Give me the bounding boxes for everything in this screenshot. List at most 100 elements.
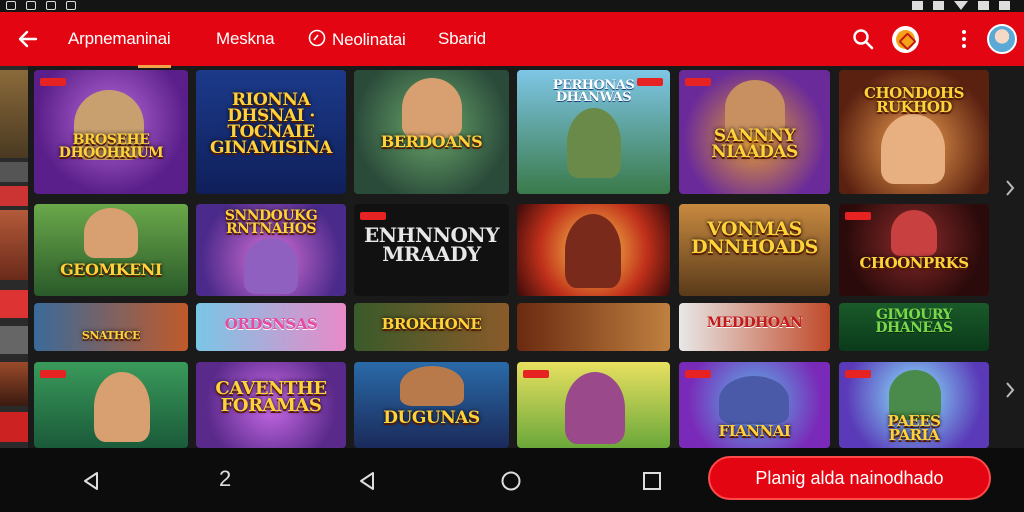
preview-thumb xyxy=(0,210,28,280)
chevron-right-icon[interactable] xyxy=(1004,178,1016,198)
game-title: BERDOANS xyxy=(380,132,483,151)
system-nav-bar: 2 Planig alda nainodhado xyxy=(0,448,1024,512)
game-card[interactable]: PAEES PARIA xyxy=(839,362,989,448)
game-title: FIANNAI xyxy=(718,422,791,440)
wifi-icon xyxy=(954,1,968,10)
tab-movies[interactable]: Meskna xyxy=(216,29,275,49)
game-card[interactable] xyxy=(517,204,670,296)
game-title: BROKHONE xyxy=(381,315,482,333)
game-card[interactable]: CAVENTHE FORAMAS xyxy=(196,362,346,448)
tab-label: Sbarid xyxy=(438,29,486,48)
chevron-right-icon[interactable] xyxy=(1004,380,1016,400)
game-card[interactable]: BERDOANS xyxy=(354,70,509,194)
game-title: SNNDOUKG RNTNAHOS xyxy=(224,208,318,238)
badge xyxy=(40,78,66,86)
preview-thumb xyxy=(0,70,28,158)
tab-label: Meskna xyxy=(216,29,275,48)
game-card[interactable]: CHONDOHS RUKHOD xyxy=(839,70,989,194)
game-card[interactable] xyxy=(517,362,670,448)
games-grid: BROSEHE DHOOHRIUM RIONNA DHSNAI · TOCNAI… xyxy=(34,70,994,448)
battery-icon xyxy=(999,1,1010,10)
character-art xyxy=(719,376,789,424)
game-card[interactable]: RIONNA DHSNAI · TOCNAIE GINAMISINA xyxy=(196,70,346,194)
preview-thumb xyxy=(0,326,28,354)
back-arrow-icon[interactable] xyxy=(14,25,42,53)
game-title: DUGUNAS xyxy=(383,408,480,428)
game-card[interactable]: FIANNAI xyxy=(679,362,830,448)
game-title: MEDDHOAN xyxy=(706,315,803,331)
game-card[interactable]: PERHONAS DHANWAS xyxy=(517,70,670,194)
game-card[interactable]: VONMAS DNNHOADS xyxy=(679,204,830,296)
avatar[interactable] xyxy=(987,24,1017,54)
game-card[interactable]: MEDDHOAN xyxy=(679,303,830,351)
badge xyxy=(685,370,711,378)
preview-thumb xyxy=(0,290,28,318)
preview-thumb xyxy=(0,162,28,182)
tab-notifications[interactable]: Neolinatai xyxy=(308,29,406,50)
game-title: ENHNNONY MRAADY xyxy=(364,223,499,266)
app-bar: Arpnemaninai Meskna Neolinatai Sbarid xyxy=(0,12,1024,68)
tab-label: Arpnemaninai xyxy=(68,29,171,48)
character-art xyxy=(565,214,621,288)
play-now-button[interactable]: Planig alda nainodhado xyxy=(708,456,991,500)
home-circle-icon[interactable] xyxy=(500,470,522,492)
status-bar xyxy=(0,0,1024,12)
character-art xyxy=(94,372,150,442)
badge xyxy=(40,370,66,378)
game-card[interactable]: SNNDOUKG RNTNAHOS xyxy=(196,204,346,296)
character-art xyxy=(244,238,298,294)
tab-apps[interactable]: Arpnemaninai xyxy=(68,29,171,68)
game-title: ORDSNSAS xyxy=(224,315,318,333)
notification-icon xyxy=(66,1,76,10)
game-card[interactable]: ENHNNONY MRAADY xyxy=(354,204,509,296)
game-title: CHOONPRKS xyxy=(859,254,969,272)
back-triangle-icon[interactable] xyxy=(80,470,102,492)
nav-number: 2 xyxy=(219,466,232,491)
game-title: CAVENTHE FORAMAS xyxy=(215,378,327,417)
game-title: GIMOURY DHANEAS xyxy=(875,307,953,337)
chat-bubble-icon xyxy=(308,29,326,47)
notification-icon xyxy=(46,1,56,10)
character-art xyxy=(84,208,138,258)
game-card[interactable]: BROSEHE DHOOHRIUM xyxy=(34,70,188,194)
notification-icon xyxy=(26,1,36,10)
badge xyxy=(685,78,711,86)
character-art xyxy=(881,114,945,184)
status-notification-icons xyxy=(6,1,76,10)
character-art xyxy=(400,366,464,406)
signal-icon xyxy=(978,1,989,10)
game-card[interactable]: CHOONPRKS xyxy=(839,204,989,296)
back-triangle-icon[interactable] xyxy=(356,470,378,492)
notification-icon xyxy=(6,1,16,10)
character-art xyxy=(565,372,625,444)
preview-thumb xyxy=(0,412,28,442)
game-title: PERHONAS DHANWAS xyxy=(552,78,635,106)
recents-square-icon[interactable] xyxy=(641,470,663,492)
game-title: BROSEHE DHOOHRIUM xyxy=(58,132,164,162)
game-title: RIONNA DHSNAI · TOCNAIE GINAMISINA xyxy=(210,90,332,159)
preview-thumb xyxy=(0,362,28,406)
game-card[interactable]: BROKHONE xyxy=(354,303,509,351)
game-title: SNATHCE xyxy=(81,329,141,342)
game-title: SANNNY NIAADAS xyxy=(711,126,798,163)
status-system-icons xyxy=(912,1,1010,10)
game-card[interactable]: ORDSNSAS xyxy=(196,303,346,351)
brand-logo-icon[interactable] xyxy=(892,26,919,53)
game-card[interactable]: SANNNY NIAADAS xyxy=(679,70,830,194)
game-title: CHONDOHS RUKHOD xyxy=(864,84,964,117)
preview-thumb xyxy=(0,186,28,206)
sync-icon xyxy=(933,1,944,10)
game-card[interactable]: DUGUNAS xyxy=(354,362,509,448)
game-title: PAEES PARIA xyxy=(887,412,941,445)
more-vert-icon[interactable] xyxy=(956,28,972,50)
game-card[interactable]: GIMOURY DHANEAS xyxy=(839,303,989,351)
tab-label: Neolinatai xyxy=(332,30,406,49)
game-card[interactable] xyxy=(517,303,670,351)
character-art xyxy=(567,108,621,178)
game-card[interactable]: SNATHCE xyxy=(34,303,188,351)
badge xyxy=(845,370,871,378)
game-card[interactable] xyxy=(34,362,188,448)
search-icon[interactable] xyxy=(851,27,875,51)
tab-search[interactable]: Sbarid xyxy=(438,29,486,49)
game-card[interactable]: GEOMKENI xyxy=(34,204,188,296)
